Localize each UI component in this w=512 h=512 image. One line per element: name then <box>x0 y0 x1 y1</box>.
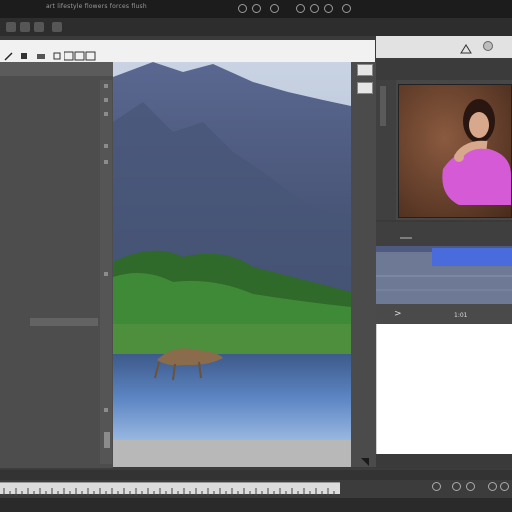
gear-icon[interactable] <box>252 4 261 13</box>
clock-icon[interactable] <box>270 4 279 13</box>
timecode: 1:01 <box>454 312 468 319</box>
panel-handle-icon[interactable] <box>104 432 110 448</box>
right-panel-footer <box>376 454 512 468</box>
panel-handle-icon[interactable] <box>104 84 108 88</box>
preview-side-strip <box>376 80 396 220</box>
window-title: art lifestyle flowers forces flush <box>46 3 147 10</box>
camera-icon[interactable] <box>460 40 472 54</box>
lasso-tool-icon[interactable] <box>34 22 44 32</box>
panel-handle-icon[interactable] <box>104 160 108 164</box>
link-icon[interactable] <box>324 4 333 13</box>
timeline-ruler[interactable] <box>0 482 340 496</box>
loop-icon[interactable] <box>488 482 497 491</box>
panel-divider <box>351 62 376 467</box>
close-icon[interactable] <box>483 41 493 51</box>
panel-handle-icon[interactable] <box>104 408 108 412</box>
opacity-slider[interactable] <box>30 318 98 326</box>
play-button[interactable]: > <box>394 310 402 319</box>
play-icon[interactable] <box>452 482 461 491</box>
panel-handle-icon[interactable] <box>104 112 108 116</box>
fill-icon[interactable] <box>52 46 62 60</box>
preview-handle-icon[interactable] <box>380 86 386 126</box>
layers-panel <box>0 62 113 468</box>
timeline-header-bar <box>0 470 512 480</box>
layers-icon[interactable] <box>63 46 96 61</box>
panel-handle-icon[interactable] <box>104 144 108 148</box>
layers-panel-header <box>0 62 113 76</box>
circle-icon[interactable] <box>238 4 247 13</box>
portrait-thumbnail[interactable] <box>398 84 512 218</box>
audio-graph[interactable] <box>376 246 512 304</box>
image-canvas[interactable] <box>113 62 351 467</box>
status-bar <box>0 498 512 512</box>
panel-handle-icon[interactable] <box>104 98 108 102</box>
right-panel-tabs <box>376 58 512 80</box>
settings-icon[interactable] <box>500 482 509 491</box>
pin-icon[interactable] <box>357 64 373 76</box>
select-tool-icon[interactable] <box>20 22 30 32</box>
toolbar <box>0 18 512 36</box>
panel-handle-icon[interactable] <box>104 272 108 276</box>
eye-icon[interactable] <box>342 4 351 13</box>
dock-icon[interactable] <box>357 82 373 94</box>
crop-tool-icon[interactable] <box>52 22 62 32</box>
timeline-header <box>376 222 512 246</box>
grid-icon[interactable] <box>310 4 319 13</box>
landscape-image <box>113 62 351 467</box>
brush-icon[interactable] <box>20 46 30 59</box>
pen-icon[interactable] <box>4 46 14 61</box>
next-frame-icon[interactable] <box>466 482 475 491</box>
eraser-icon[interactable] <box>36 46 46 59</box>
collapse-icon[interactable] <box>360 452 370 466</box>
key-icon[interactable] <box>400 226 412 239</box>
question-icon[interactable] <box>296 4 305 13</box>
move-tool-icon[interactable] <box>6 22 16 32</box>
previous-frame-icon[interactable] <box>432 482 441 491</box>
properties-panel <box>376 324 512 454</box>
